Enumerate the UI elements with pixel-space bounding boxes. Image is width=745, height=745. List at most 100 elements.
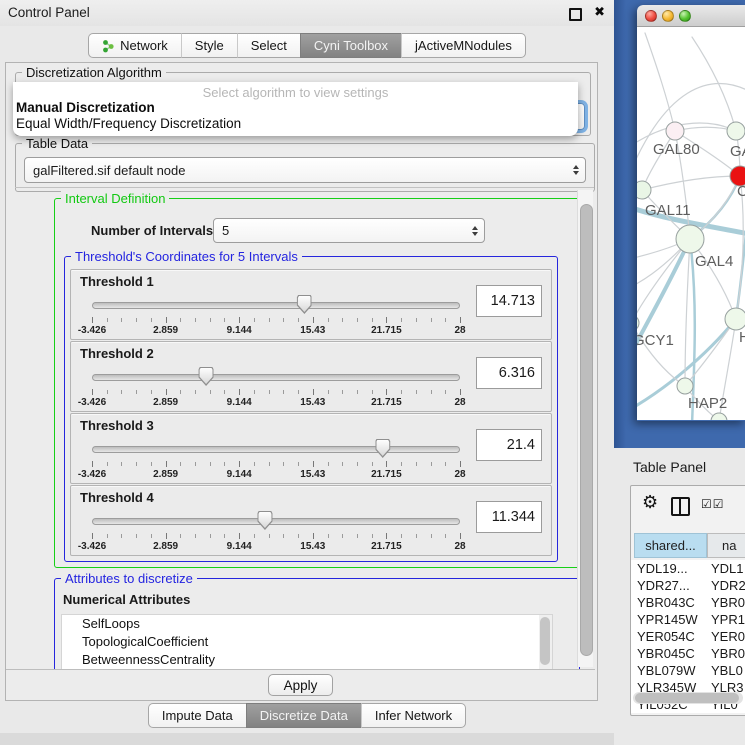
cell-shared-name: YDR27... xyxy=(637,578,690,593)
tab-infer-network[interactable]: Infer Network xyxy=(361,703,466,728)
table-row[interactable]: YER054CYER0 xyxy=(631,628,745,645)
tab-style[interactable]: Style xyxy=(181,33,237,58)
threshold-label: Threshold 3 xyxy=(80,418,154,433)
interval-definition-label: Interval Definition xyxy=(61,191,169,206)
tab-select[interactable]: Select xyxy=(237,33,300,58)
threshold-label: Threshold 4 xyxy=(80,490,154,505)
threshold-value-field[interactable]: 6.316 xyxy=(476,357,542,389)
cell-name: YBR0 xyxy=(711,646,745,661)
network-canvas[interactable]: GAL80GACGAL11GAL4HGCY1HAP2 xyxy=(637,27,745,420)
tab-cyni-toolbox[interactable]: Cyni Toolbox xyxy=(300,33,401,58)
column-header-shared-name[interactable]: shared... xyxy=(634,533,707,558)
tab-label: Network xyxy=(120,38,168,53)
table-row[interactable]: YDL19...YDL1 xyxy=(631,560,745,577)
algorithm-option[interactable]: Equal Width/Frequency Discretization xyxy=(13,116,578,132)
threshold-slider[interactable]: -3.4262.8599.14415.4321.71528 xyxy=(92,511,460,553)
table-row[interactable]: YPR145WYPR1 xyxy=(631,611,745,628)
network-edge[interactable] xyxy=(642,131,675,190)
number-of-intervals-combobox[interactable]: 5 xyxy=(213,218,485,243)
select-columns-icon[interactable]: ☑☑ xyxy=(701,497,725,511)
network-node[interactable] xyxy=(711,413,727,420)
panel-vertical-scrollbar[interactable] xyxy=(577,190,593,667)
slider-tick-labels: -3.4262.8599.14415.4321.71528 xyxy=(92,541,460,553)
network-edge[interactable] xyxy=(645,33,675,131)
table-row[interactable]: YBR045CYBR0 xyxy=(631,645,745,662)
attributes-list-scrollbar[interactable] xyxy=(539,615,552,670)
slider-tick-labels: -3.4262.8599.14415.4321.71528 xyxy=(92,397,460,409)
network-edge[interactable] xyxy=(642,176,740,190)
node-label: GAL4 xyxy=(695,253,733,270)
network-node[interactable] xyxy=(725,308,745,330)
slider-track[interactable] xyxy=(92,518,460,525)
tab-discretize-data[interactable]: Discretize Data xyxy=(246,703,361,728)
control-panel-window: Control Panel ✖ Network StyleSelectCyni T… xyxy=(0,0,614,745)
cell-shared-name: YER054C xyxy=(637,629,695,644)
thresholds-group-label: Threshold's Coordinates for 5 Intervals xyxy=(71,249,302,264)
network-node[interactable] xyxy=(637,181,651,199)
split-columns-icon[interactable] xyxy=(671,497,690,516)
table-data-combobox[interactable]: galFiltered.sif default node xyxy=(24,157,586,183)
slider-thumb[interactable] xyxy=(257,511,272,530)
minimize-traffic-light-icon[interactable] xyxy=(662,10,674,22)
table-row[interactable]: YBR043CYBR0 xyxy=(631,594,745,611)
threshold-panel: Threshold 3 -3.4262.8599.14415.4321.71528… xyxy=(70,413,552,484)
network-node[interactable] xyxy=(727,122,745,140)
attribute-item[interactable]: TopologicalCoefficient xyxy=(62,633,552,651)
threshold-slider[interactable]: -3.4262.8599.14415.4321.71528 xyxy=(92,439,460,481)
close-traffic-light-icon[interactable] xyxy=(645,10,657,22)
tab-label: Impute Data xyxy=(162,708,233,723)
algorithm-option[interactable]: Manual Discretization xyxy=(13,100,578,116)
slider-thumb[interactable] xyxy=(199,367,214,386)
cell-name: YBL0 xyxy=(711,663,743,678)
tab-impute-data[interactable]: Impute Data xyxy=(148,703,246,728)
attribute-item[interactable]: BetweennessCentrality xyxy=(62,651,552,669)
zoom-traffic-light-icon[interactable] xyxy=(679,10,691,22)
threshold-value-field[interactable]: 21.4 xyxy=(476,429,542,461)
interval-definition-group: Interval Definition Number of Intervals … xyxy=(54,198,580,568)
table-row[interactable]: YBL079WYBL0 xyxy=(631,662,745,679)
table-row[interactable]: YDR27... YDR2 xyxy=(631,577,745,594)
network-edge[interactable] xyxy=(685,239,690,386)
threshold-slider[interactable]: -3.4262.8599.14415.4321.71528 xyxy=(92,367,460,409)
cell-name: YPR1 xyxy=(711,612,745,627)
attributes-group: Attributes to discretize Numerical Attri… xyxy=(54,578,580,670)
slider-thumb[interactable] xyxy=(375,439,390,458)
column-header-name[interactable]: na xyxy=(707,533,745,558)
float-window-icon[interactable] xyxy=(569,8,582,21)
table-horizontal-scrollbar[interactable] xyxy=(633,692,743,704)
threshold-value-field[interactable]: 11.344 xyxy=(476,501,542,533)
settings-gear-icon[interactable]: ⚙ xyxy=(642,492,658,513)
network-node[interactable] xyxy=(666,122,684,140)
attribute-item[interactable]: SelfLoops xyxy=(62,615,552,633)
network-node[interactable] xyxy=(676,225,704,253)
slider-track[interactable] xyxy=(92,374,460,381)
threshold-label: Threshold 1 xyxy=(80,274,154,289)
control-panel-titlebar: Control Panel ✖ xyxy=(0,0,614,26)
network-node[interactable] xyxy=(677,378,693,394)
numerical-attributes-heading: Numerical Attributes xyxy=(63,592,190,607)
network-node[interactable] xyxy=(637,315,639,331)
node-label: C xyxy=(737,183,745,200)
network-window-titlebar xyxy=(637,5,745,27)
tab-label: Infer Network xyxy=(375,708,452,723)
tab-jactivemnodules[interactable]: jActiveMNodules xyxy=(401,33,526,58)
network-icon xyxy=(102,39,115,53)
node-label: H xyxy=(739,329,745,346)
slider-track[interactable] xyxy=(92,302,460,309)
threshold-value-field[interactable]: 14.713 xyxy=(476,285,542,317)
apply-button[interactable]: Apply xyxy=(268,674,334,696)
algorithm-options: Manual DiscretizationEqual Width/Frequen… xyxy=(13,100,578,132)
table-panel: Table Panel ⚙ ☑☑ shared... na YDL19...YD… xyxy=(614,448,745,745)
slider-track[interactable] xyxy=(92,446,460,453)
table-data-group: Table Data galFiltered.sif default node xyxy=(15,143,595,192)
threshold-slider[interactable]: -3.4262.8599.14415.4321.71528 xyxy=(92,295,460,337)
slider-thumb[interactable] xyxy=(297,295,312,314)
numerical-attributes-list[interactable]: SelfLoopsTopologicalCoefficientBetweenne… xyxy=(61,614,553,670)
slider-ticks xyxy=(92,461,460,469)
tab-network[interactable]: Network xyxy=(88,33,181,58)
threshold-panel: Threshold 4 -3.4262.8599.14415.4321.71528… xyxy=(70,485,552,556)
window-title: Control Panel xyxy=(8,5,90,20)
cell-name: YDR2 xyxy=(711,578,745,593)
close-window-icon[interactable]: ✖ xyxy=(594,4,605,20)
network-edge[interactable] xyxy=(685,319,736,386)
